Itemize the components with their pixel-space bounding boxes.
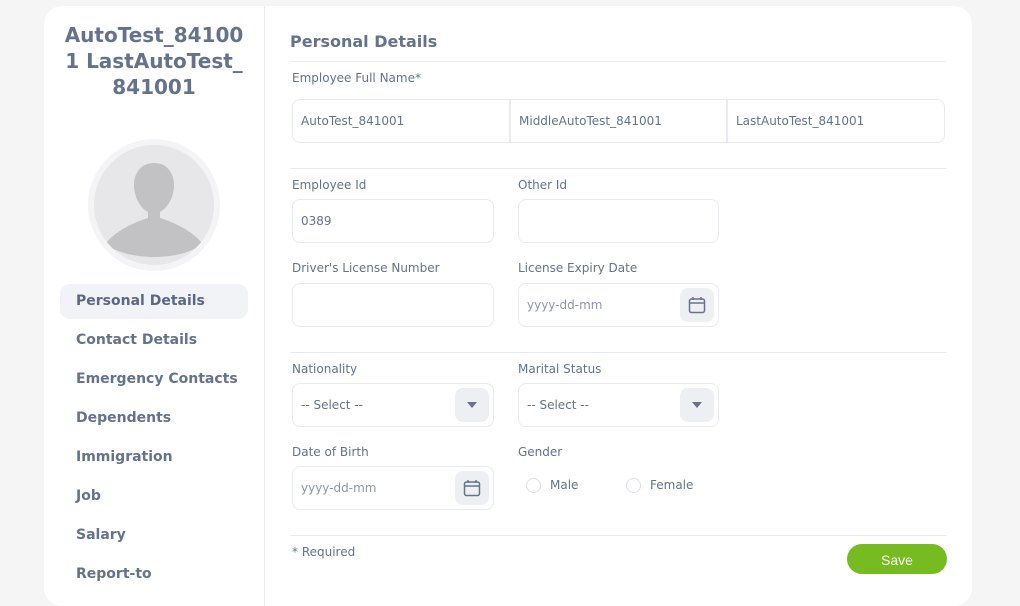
date-of-birth-input[interactable]: yyyy-dd-mm [292, 466, 494, 510]
marital-status-select[interactable]: -- Select -- [518, 383, 719, 427]
license-expiry-placeholder: yyyy-dd-mm [527, 298, 603, 312]
sidebar-item-job[interactable]: Job [60, 479, 248, 514]
other-id-label: Other Id [518, 178, 568, 192]
caret-down-icon [467, 402, 477, 408]
employee-name: AutoTest_841001 LastAutoTest_841001 [64, 23, 244, 99]
avatar-silhouette-icon [102, 145, 206, 257]
marital-status-dropdown-button[interactable] [680, 388, 714, 422]
employee-id-input[interactable]: 0389 [292, 199, 494, 243]
gender-label: Gender [518, 445, 563, 459]
license-expiry-input[interactable]: yyyy-dd-mm [518, 283, 719, 327]
gender-female-label[interactable]: Female [650, 478, 693, 492]
middle-name-input[interactable]: MiddleAutoTest_841001 [510, 99, 727, 143]
license-number-label: Driver's License Number [292, 261, 440, 275]
gender-female-radio[interactable] [626, 478, 641, 493]
employee-avatar[interactable] [94, 145, 214, 265]
license-expiry-calendar-button[interactable] [680, 288, 714, 322]
marital-status-selected-value: -- Select -- [527, 398, 589, 412]
sidebar-item-contact-details[interactable]: Contact Details [60, 323, 248, 358]
date-of-birth-calendar-button[interactable] [455, 471, 489, 505]
license-expiry-label: License Expiry Date [518, 261, 638, 275]
caret-down-icon [692, 402, 702, 408]
sidebar-item-dependents[interactable]: Dependents [60, 401, 248, 436]
other-id-input[interactable] [518, 199, 719, 243]
personal-details-form: Personal Details Employee Full Name* Aut… [290, 6, 947, 606]
calendar-icon [463, 480, 481, 497]
required-note: * Required [292, 545, 356, 559]
employee-id-label: Employee Id [292, 178, 367, 192]
sidebar-item-personal-details[interactable]: Personal Details [60, 284, 248, 319]
full-name-label: Employee Full Name* [292, 71, 421, 85]
first-name-input[interactable]: AutoTest_841001 [292, 99, 510, 143]
sidebar-item-salary[interactable]: Salary [60, 518, 248, 553]
employee-card: AutoTest_841001 LastAutoTest_841001 Pers… [44, 6, 972, 606]
nationality-label: Nationality [292, 362, 358, 376]
marital-status-label: Marital Status [518, 362, 602, 376]
last-name-input[interactable]: LastAutoTest_841001 [727, 99, 945, 143]
page-title: Personal Details [290, 32, 438, 51]
date-of-birth-label: Date of Birth [292, 445, 369, 459]
divider [290, 61, 946, 62]
nationality-selected-value: -- Select -- [301, 398, 363, 412]
gender-male-label[interactable]: Male [550, 478, 578, 492]
divider [290, 535, 946, 536]
sidebar-item-report-to[interactable]: Report-to [60, 557, 248, 592]
divider [290, 352, 946, 353]
divider [290, 168, 946, 169]
nationality-dropdown-button[interactable] [455, 388, 489, 422]
calendar-icon [688, 297, 706, 314]
nationality-select[interactable]: -- Select -- [292, 383, 494, 427]
license-number-input[interactable] [292, 283, 494, 327]
sidebar-item-emergency-contacts[interactable]: Emergency Contacts [60, 362, 248, 397]
gender-male-radio[interactable] [526, 478, 541, 493]
sidebar-item-immigration[interactable]: Immigration [60, 440, 248, 475]
date-of-birth-placeholder: yyyy-dd-mm [301, 481, 377, 495]
employee-sidebar: AutoTest_841001 LastAutoTest_841001 Pers… [44, 6, 265, 606]
